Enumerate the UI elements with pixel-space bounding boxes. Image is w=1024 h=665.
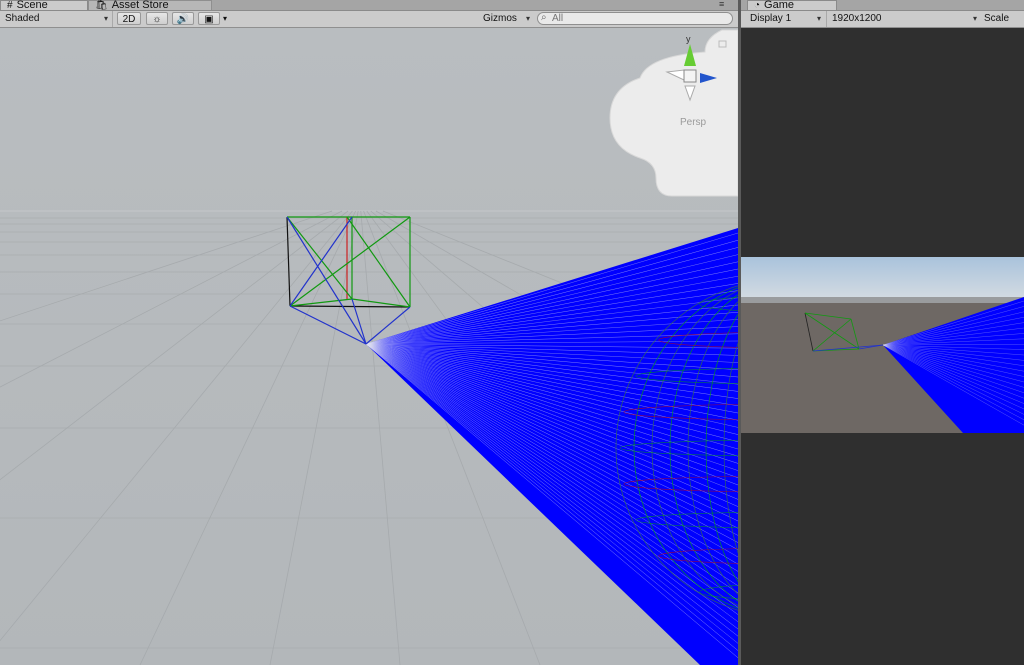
game-tab-bar: ◔ Game bbox=[741, 0, 1024, 11]
scene-search-field[interactable]: ⌕ bbox=[537, 12, 733, 25]
toolbar-separator bbox=[826, 11, 827, 27]
gizmo-center-cube[interactable] bbox=[683, 69, 697, 83]
tab-game[interactable]: ◔ Game bbox=[747, 0, 837, 11]
scene-tab-bar: # Scene 🛍 Asset Store ≡ bbox=[0, 0, 738, 11]
resolution-dropdown[interactable]: 1920x1200 bbox=[829, 12, 979, 25]
shading-mode-dropdown[interactable]: Shaded bbox=[2, 12, 110, 25]
scene-toolbar: Shaded 2D ☼ 🔊 ▣ ▾ Gizmos ⌕ bbox=[0, 11, 738, 28]
shopping-bag-icon: 🛍 bbox=[95, 0, 108, 11]
gizmo-axis-y-label: y bbox=[686, 34, 691, 44]
effects-dropdown-arrow[interactable]: ▾ bbox=[220, 12, 230, 25]
pacman-icon: ◔ bbox=[754, 0, 761, 11]
scene-grid-icon: # bbox=[7, 0, 13, 11]
game-horizon bbox=[741, 297, 1024, 303]
scale-label: Scale bbox=[984, 13, 1010, 24]
scene-viewport[interactable]: y Persp bbox=[0, 28, 738, 665]
resolution-label: 1920x1200 bbox=[832, 13, 882, 24]
effects-toggle-button[interactable]: ▣ bbox=[198, 12, 220, 25]
gizmos-label: Gizmos bbox=[483, 13, 517, 24]
gizmos-dropdown[interactable]: Gizmos bbox=[480, 12, 532, 25]
scene-search-input[interactable] bbox=[552, 13, 712, 24]
tab-asset-store-label: Asset Store bbox=[111, 0, 169, 11]
game-toolbar: Display 1 1920x1200 Scale bbox=[741, 11, 1024, 28]
audio-toggle-button[interactable]: 🔊 bbox=[172, 12, 194, 25]
game-render-canvas bbox=[741, 257, 1024, 433]
toolbar-separator bbox=[112, 11, 113, 27]
game-render-view[interactable] bbox=[741, 257, 1024, 433]
display-label: Display 1 bbox=[750, 13, 792, 24]
display-dropdown[interactable]: Display 1 bbox=[747, 12, 823, 25]
tab-scene-label: Scene bbox=[16, 0, 48, 11]
scale-slider-label[interactable]: Scale bbox=[981, 12, 1024, 25]
game-sky bbox=[741, 257, 1024, 303]
toggle-2d-label: 2D bbox=[122, 14, 136, 25]
toggle-2d-button[interactable]: 2D bbox=[117, 12, 141, 25]
image-icon: ▣ bbox=[204, 14, 214, 25]
tab-asset-store[interactable]: 🛍 Asset Store bbox=[88, 0, 212, 11]
tab-game-label: Game bbox=[764, 0, 795, 11]
search-icon: ⌕ bbox=[541, 12, 547, 23]
tab-scene[interactable]: # Scene bbox=[0, 0, 88, 11]
scene-view-canvas[interactable]: y Persp bbox=[0, 28, 738, 665]
sun-icon: ☼ bbox=[152, 14, 162, 25]
shading-mode-label: Shaded bbox=[5, 13, 40, 24]
lighting-toggle-button[interactable]: ☼ bbox=[146, 12, 168, 25]
speaker-icon: 🔊 bbox=[176, 14, 190, 25]
chevron-down-icon: ▾ bbox=[223, 14, 228, 23]
projection-label[interactable]: Persp bbox=[680, 117, 707, 128]
game-view-panel bbox=[741, 28, 1024, 665]
scene-panel-menu-icon[interactable]: ≡ bbox=[719, 0, 724, 9]
